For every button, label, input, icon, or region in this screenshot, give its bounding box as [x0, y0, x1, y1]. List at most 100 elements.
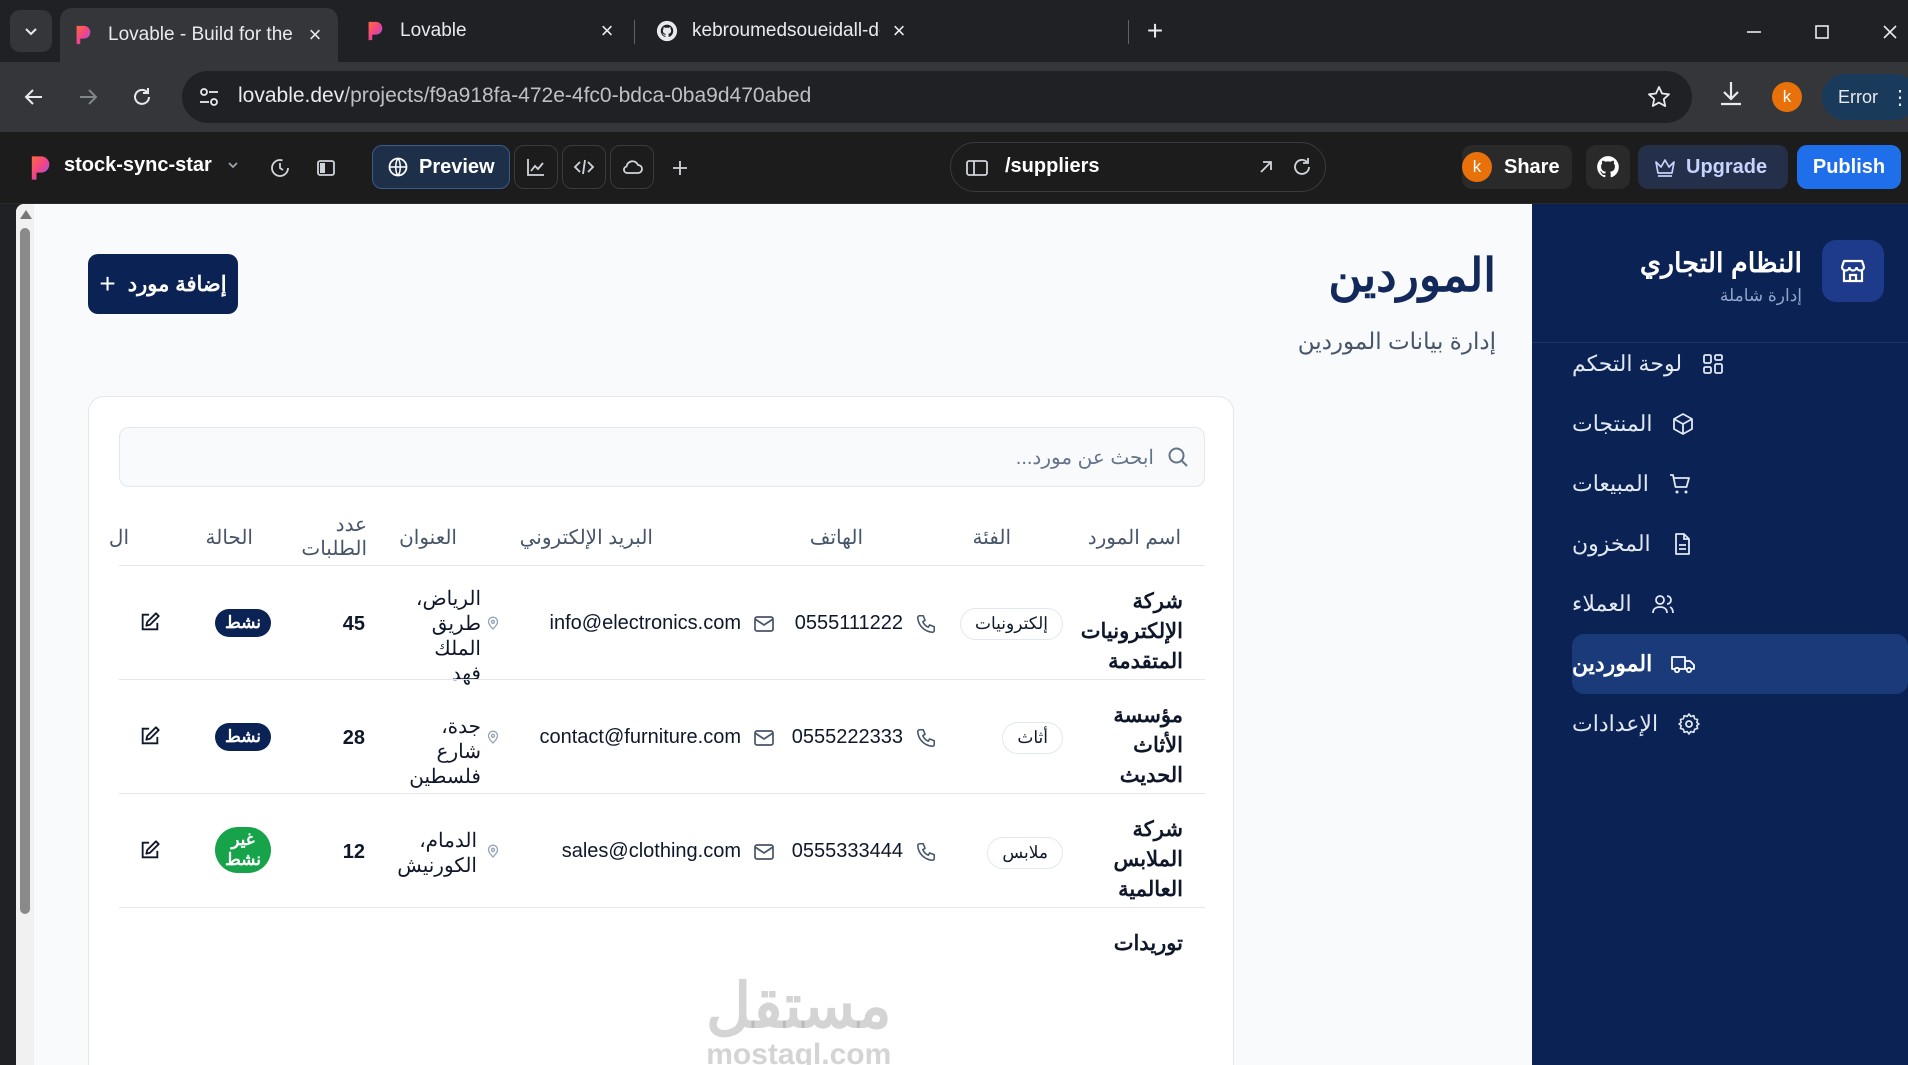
globe-icon — [388, 157, 408, 177]
browser-tab-lovable[interactable]: Lovable × — [352, 8, 630, 54]
maximize-icon — [1815, 25, 1829, 39]
phone-icon — [916, 842, 936, 861]
edit-icon[interactable] — [139, 611, 161, 633]
toggle-sidebar-button[interactable] — [312, 154, 340, 182]
preview-button[interactable]: Preview — [372, 145, 510, 189]
users-icon — [1650, 591, 1676, 617]
lovable-logo-icon[interactable] — [26, 154, 54, 182]
reload-button[interactable] — [124, 79, 160, 115]
tab-search-button[interactable] — [10, 10, 52, 52]
phone-icon — [916, 728, 936, 747]
url-host: lovable.dev — [238, 84, 345, 107]
brand-title: النظام التجاري — [1639, 248, 1802, 278]
browser-tab-github[interactable]: kebroumedsoueidall-debug/sto × — [644, 8, 922, 54]
history-icon — [271, 159, 289, 177]
chevron-down-icon[interactable] — [226, 158, 240, 172]
browser-toolbar: lovable.dev/projects/f9a918fa-472e-4fc0-… — [0, 62, 1908, 132]
scroll-up-arrow-icon[interactable] — [20, 210, 32, 219]
mail-icon — [754, 729, 774, 746]
column-header-orders: عدد الطلبات — [301, 513, 367, 561]
maximize-button[interactable] — [1804, 14, 1840, 50]
map-pin-icon — [487, 844, 499, 858]
file-icon — [1669, 531, 1695, 557]
sidebar-item-label: المبيعات — [1572, 471, 1649, 496]
sidebar-item-inventory[interactable]: المخزون — [1572, 514, 1908, 574]
cloud-button[interactable] — [610, 145, 654, 189]
new-tab-button[interactable]: + — [1140, 15, 1170, 46]
refresh-icon[interactable] — [1291, 156, 1313, 178]
email-cell: contact@furniture.com — [540, 726, 776, 749]
sidebar-item-dashboard[interactable]: لوحة التحكم — [1572, 334, 1908, 394]
site-settings-icon[interactable] — [196, 84, 222, 110]
error-button[interactable]: Error ⋮ — [1822, 74, 1908, 120]
minimize-button[interactable] — [1736, 14, 1772, 50]
route-bar[interactable]: /suppliers — [950, 142, 1326, 192]
edit-icon[interactable] — [139, 839, 161, 861]
close-window-button[interactable] — [1872, 14, 1908, 50]
column-header-orders-line2: الطلبات — [301, 538, 367, 560]
add-button[interactable] — [666, 154, 694, 182]
phone-cell: 0555222333 — [792, 726, 937, 749]
open-external-icon[interactable] — [1255, 156, 1277, 178]
grid-icon — [1700, 351, 1726, 377]
sidebar-toggle-icon — [317, 160, 335, 176]
forward-button[interactable] — [70, 79, 106, 115]
package-icon — [1670, 411, 1696, 437]
add-supplier-button[interactable]: إضافة مورد + — [88, 254, 238, 314]
share-button[interactable]: k Share — [1462, 145, 1572, 189]
search-input[interactable]: ابحث عن مورد... — [119, 427, 1205, 487]
scrollbar-thumb[interactable] — [20, 228, 30, 914]
profile-avatar[interactable]: k — [1772, 82, 1802, 112]
app-sidebar: النظام التجاري إدارة شاملة لوحة التحكم ا… — [1532, 204, 1908, 1065]
upgrade-button[interactable]: Upgrade — [1638, 145, 1788, 189]
url-text: lovable.dev/projects/f9a918fa-472e-4fc0-… — [238, 84, 811, 108]
history-button[interactable] — [266, 154, 294, 182]
bookmark-star-icon[interactable] — [1646, 84, 1672, 110]
close-tab-icon[interactable]: × — [596, 18, 618, 43]
status-badge: نشط — [215, 723, 271, 751]
row-divider — [119, 907, 1205, 908]
category-badge: إلكترونيات — [959, 608, 1063, 640]
address-text: الدمام، الكورنيش — [397, 830, 477, 877]
sidebar-item-settings[interactable]: الإعدادات — [1572, 694, 1908, 754]
download-icon[interactable] — [1717, 79, 1745, 109]
github-button[interactable] — [1586, 145, 1630, 189]
sidebar-item-products[interactable]: المنتجات — [1572, 394, 1908, 454]
email-address: contact@furniture.com — [539, 726, 742, 748]
browser-tab-lovable-build[interactable]: Lovable - Build for the web 20x × — [60, 8, 338, 62]
analytics-button[interactable] — [514, 145, 558, 189]
orders-count: 45 — [342, 613, 365, 635]
edit-icon[interactable] — [139, 725, 161, 747]
address-bar[interactable]: lovable.dev/projects/f9a918fa-472e-4fc0-… — [182, 71, 1692, 123]
more-vert-icon: ⋮ — [1890, 86, 1908, 109]
phone-number: 0555333444 — [791, 840, 903, 862]
phone-number: 0555111222 — [794, 612, 903, 634]
category-badge: ملابس — [987, 837, 1063, 869]
email-cell: sales@clothing.com — [562, 840, 775, 863]
close-tab-icon[interactable]: × — [304, 22, 326, 47]
cloud-icon — [623, 160, 643, 174]
tab-separator — [634, 20, 635, 44]
project-name[interactable]: stock-sync-star — [64, 154, 212, 177]
close-tab-icon[interactable]: × — [888, 18, 910, 43]
back-button[interactable] — [16, 79, 52, 115]
sidebar-item-suppliers[interactable]: الموردين — [1572, 634, 1908, 694]
row-divider — [119, 793, 1205, 794]
sidebar-item-sales[interactable]: المبيعات — [1572, 454, 1908, 514]
scrollbar[interactable] — [16, 204, 34, 1065]
close-icon — [1883, 25, 1897, 39]
tab-label: Lovable — [400, 20, 467, 41]
email-address: sales@clothing.com — [561, 840, 741, 862]
device-icon[interactable] — [965, 156, 989, 180]
map-pin-icon — [487, 616, 499, 630]
code-button[interactable] — [562, 145, 606, 189]
chevron-down-icon — [25, 28, 37, 36]
arrow-right-icon — [80, 89, 98, 105]
url-path: /projects/f9a918fa-472e-4fc0-bdca-0ba9d4… — [344, 84, 812, 107]
browser-tab-strip: Lovable - Build for the web 20x × Lovabl… — [0, 0, 1908, 62]
sidebar-item-customers[interactable]: العملاء — [1572, 574, 1908, 634]
sidebar-item-label: المخزون — [1572, 531, 1651, 556]
search-placeholder: ابحث عن مورد... — [1015, 447, 1154, 469]
publish-button[interactable]: Publish — [1797, 145, 1901, 189]
page-title: الموردين — [1328, 249, 1496, 301]
